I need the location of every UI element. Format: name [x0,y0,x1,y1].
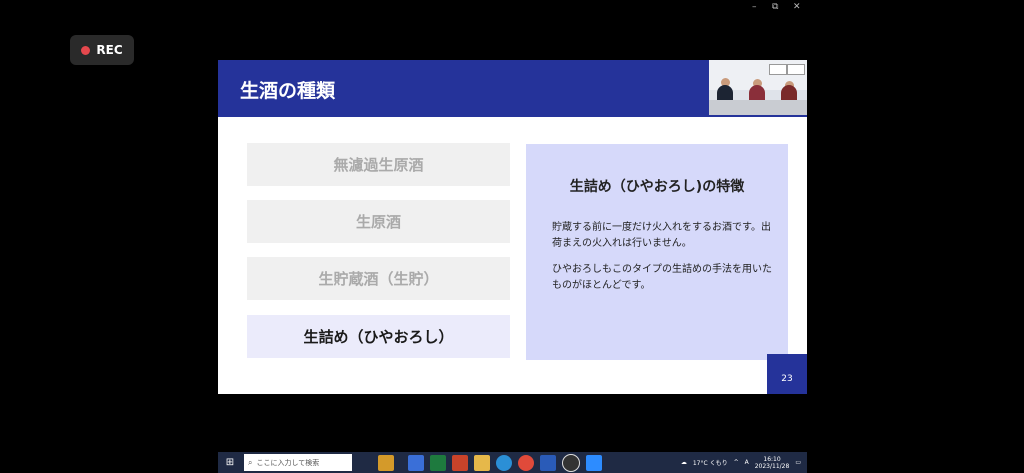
windows-start-icon[interactable]: ⊞ [222,455,238,471]
zoom-icon[interactable] [586,454,602,471]
media-player-icon[interactable] [562,453,580,472]
recording-indicator: REC [70,35,134,65]
clock-date: 2023/11/28 [754,462,790,470]
recording-label: REC [96,43,123,57]
description-panel: 生詰め（ひやおろし)の特徴 貯蔵する前に一度だけ火入れをするお酒です。出荷まえの… [526,144,788,360]
search-icon: ⌕ [248,457,253,467]
close-button[interactable]: ✕ [793,2,801,12]
presentation-slide: 生酒の種類 無濾過生原酒 生原酒 生貯蔵酒（生貯） 生詰め（ひやおろし） 生詰め… [218,60,807,394]
clock[interactable]: 16:10 2023/11/28 [755,456,790,470]
excel-icon[interactable] [430,454,446,471]
panel-paragraph-1: 貯蔵する前に一度だけ火入れをするお酒です。出荷まえの火入れは行いません。 [552,222,771,249]
cloud-icon: ☁ [680,459,687,466]
ime-indicator[interactable]: A [745,459,749,466]
outlook-icon[interactable] [408,454,424,471]
sign-icon [787,64,805,75]
taskbar-search[interactable]: ⌕ ここに入力して検索 [244,454,352,471]
chevron-up-icon[interactable]: ^ [734,459,739,466]
panel-paragraph-2: ひやおろしもこのタイプの生詰めの手法を用いたものがほとんどです。 [552,264,772,291]
file-explorer-icon[interactable] [474,454,490,471]
restore-button[interactable]: ⧉ [772,2,778,12]
notification-icon[interactable]: ▭ [795,459,801,466]
slide-title: 生酒の種類 [240,80,336,102]
weather-text[interactable]: 17°C くもり [693,458,728,467]
sake-type-2: 生原酒 [247,200,510,243]
slide-page-number: 23 [767,354,807,394]
minimize-button[interactable]: – [752,2,757,12]
chrome-icon[interactable] [518,454,534,471]
powerpoint-icon[interactable] [452,454,468,471]
edge-icon[interactable] [496,454,512,471]
sake-type-3: 生貯蔵酒（生貯） [247,257,510,300]
system-tray: ☁ 17°C くもり ^ A 16:10 2023/11/28 ▭ [681,456,807,470]
record-dot-icon [81,45,91,55]
briefcase-app-icon[interactable] [378,454,394,471]
sake-type-4: 生詰め（ひやおろし） [247,315,510,358]
panel-title: 生詰め（ひやおろし)の特徴 [569,179,745,195]
search-placeholder: ここに入力して検索 [256,458,320,467]
sake-type-1: 無濾過生原酒 [247,143,510,186]
taskbar: ⊞ ⌕ ここに入力して検索 ☁ 17°C くもり ^ A 16:10 2023/… [218,452,807,473]
word-icon[interactable] [540,454,556,471]
clock-time: 16:10 [763,455,781,463]
sign-icon [769,64,787,75]
slide-header: 生酒の種類 [218,60,709,117]
webcam-video[interactable] [709,60,807,117]
